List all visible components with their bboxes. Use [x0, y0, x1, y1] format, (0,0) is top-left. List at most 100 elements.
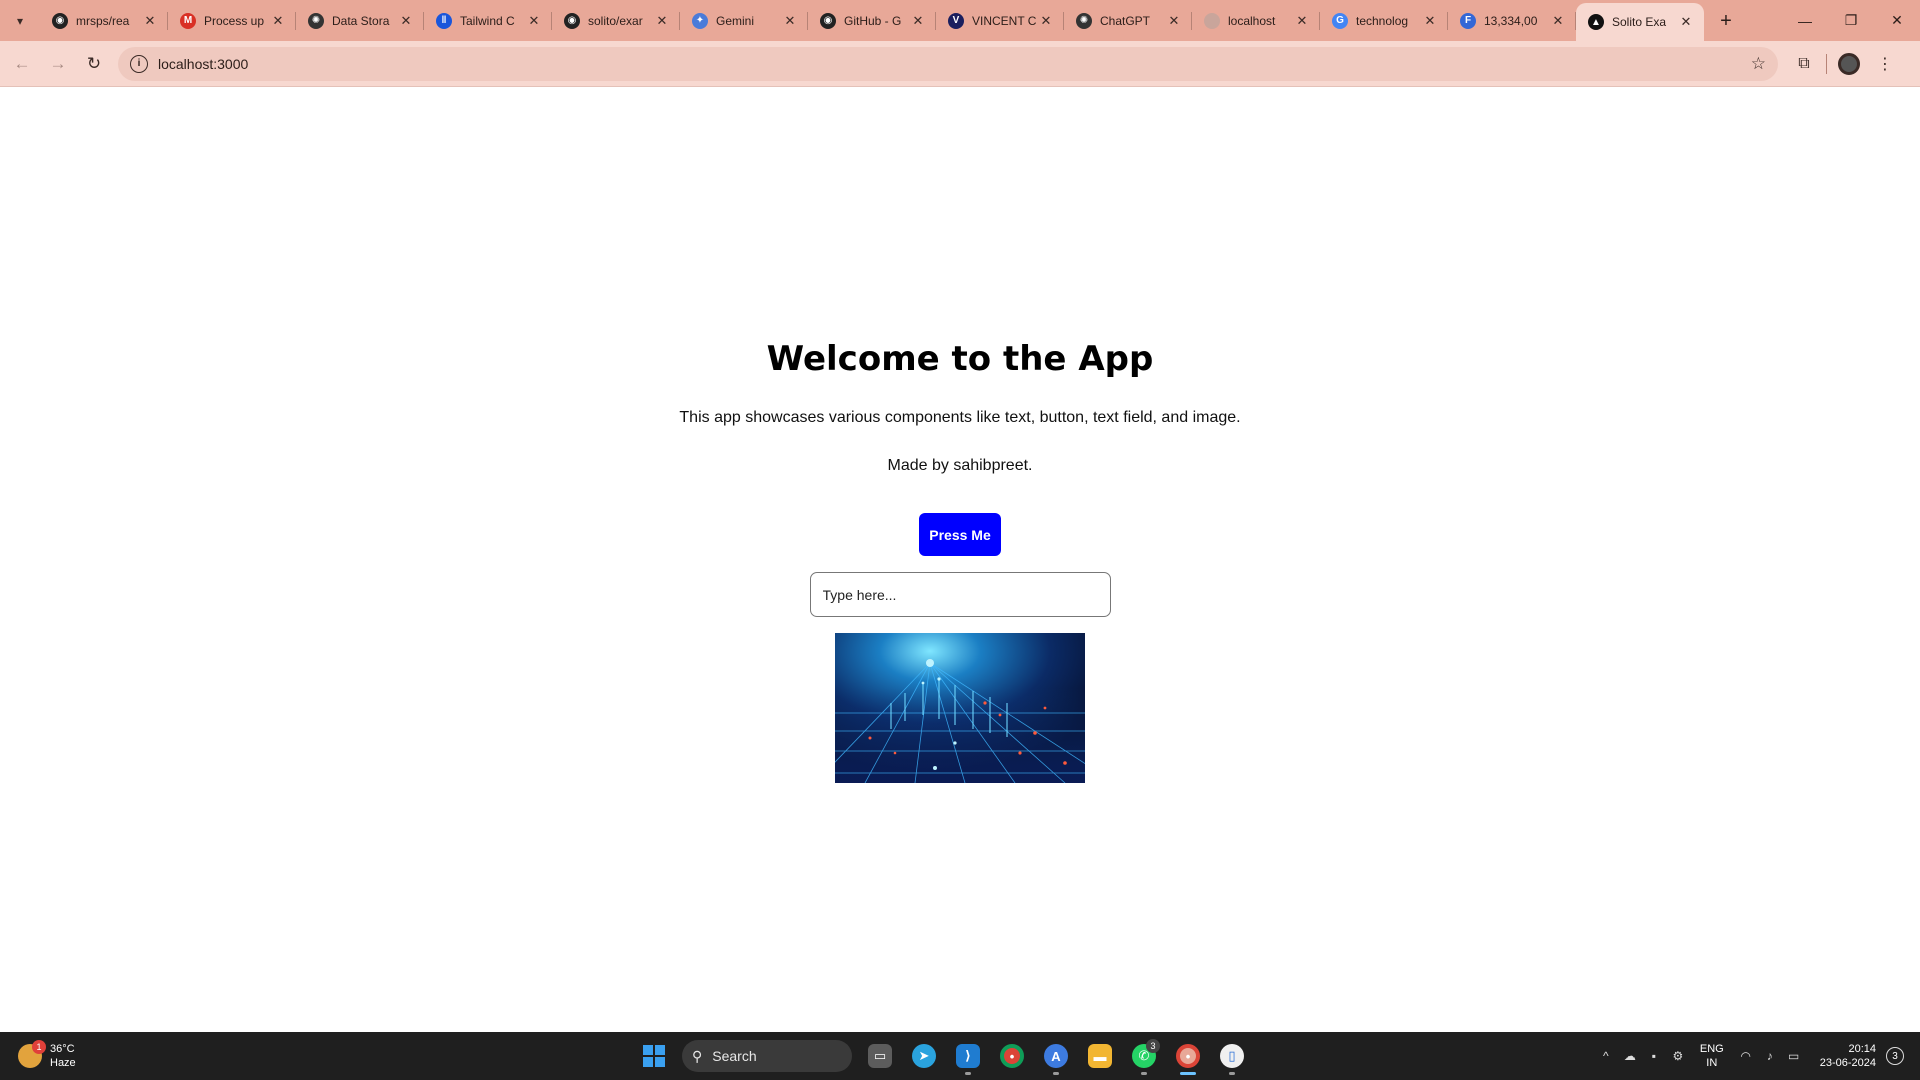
wifi-icon[interactable]: ◠	[1734, 1049, 1758, 1063]
page-content: Welcome to the App This app showcases va…	[0, 87, 1920, 1032]
tab-close-icon[interactable]: ✕	[526, 13, 542, 29]
bookmark-star-icon[interactable]: ☆	[1751, 54, 1766, 74]
tab-list: ◉ mrsps/rea ✕ M Process up ✕ ✺ Data Stora ✕ ‖ Tail…	[40, 0, 1704, 41]
browser-tab[interactable]: ◉ mrsps/rea ✕	[40, 0, 168, 41]
tab-close-icon[interactable]: ✕	[910, 13, 926, 29]
browser-toolbar: ← → ↻ i localhost:3000 ☆ ⧉ ⋮	[0, 41, 1920, 87]
tab-title: ChatGPT	[1100, 13, 1151, 28]
browser-tab[interactable]: ◉ solito/exar ✕	[552, 0, 680, 41]
volume-icon[interactable]: ♪	[1758, 1049, 1782, 1063]
minimize-icon[interactable]: —	[1782, 0, 1828, 41]
forward-arrow-icon[interactable]: →	[40, 46, 76, 82]
taskbar-search[interactable]: ⚲ Search	[682, 1040, 852, 1072]
tab-close-icon[interactable]: ✕	[1038, 13, 1054, 29]
browser-tab[interactable]: ✺ Data Stora ✕	[296, 0, 424, 41]
docs-icon: F	[1460, 12, 1476, 29]
tab-close-icon[interactable]: ✕	[654, 13, 670, 29]
browser-tab[interactable]: F 13,334,00 ✕	[1448, 0, 1576, 41]
openai-icon: ✺	[1076, 12, 1092, 29]
github-icon: ◉	[564, 12, 580, 29]
tab-title: Data Stora	[332, 13, 390, 28]
clock[interactable]: 20:14 23-06-2024	[1820, 1042, 1876, 1070]
tab-close-icon[interactable]: ✕	[782, 13, 798, 29]
address-bar[interactable]: i localhost:3000 ☆	[118, 46, 1778, 81]
browser-tab[interactable]: ✦ Gemini ✕	[680, 0, 808, 41]
browser-tab[interactable]: localhost ✕	[1192, 0, 1320, 41]
clock-date: 23-06-2024	[1819, 1057, 1876, 1069]
weather-widget[interactable]: 1 36°C Haze	[18, 1040, 138, 1070]
tab-title: Gemini	[716, 13, 755, 28]
openai-icon: ✺	[308, 12, 324, 29]
telegram-icon[interactable]: ➤	[902, 1036, 946, 1076]
tab-close-icon[interactable]: ✕	[270, 13, 286, 29]
chevron-up-icon[interactable]: ^	[1594, 1049, 1618, 1063]
app-store-icon[interactable]: A	[1034, 1036, 1078, 1076]
tab-close-icon[interactable]: ✕	[1678, 14, 1694, 30]
tab-close-icon[interactable]: ✕	[1166, 13, 1182, 29]
page-title: Welcome to the App	[766, 339, 1154, 379]
profile-avatar[interactable]	[1831, 46, 1867, 82]
tab-close-icon[interactable]: ✕	[1294, 13, 1310, 29]
globe-icon	[1204, 12, 1220, 29]
notepad-icon[interactable]: ▯	[1210, 1036, 1254, 1076]
solito-icon: ▲	[1588, 14, 1604, 30]
system-tray: ^ ☁ ▪ ⚙ ENG IN ◠ ♪ ▭ 20:14 23-06-2024 3	[1594, 1032, 1920, 1080]
nvidia-icon[interactable]: ▪	[1642, 1049, 1666, 1063]
toolbar-divider	[1826, 53, 1827, 74]
chrome-icon[interactable]: •	[990, 1036, 1034, 1076]
battery-icon[interactable]: ▭	[1782, 1049, 1806, 1063]
tab-title: mrsps/rea	[76, 13, 130, 28]
windows-taskbar: 1 36°C Haze ⚲ Search ▭ ➤ ⟩ • A ▬ ✆ 3 • ▯…	[0, 1032, 1920, 1080]
github-icon: ◉	[52, 12, 68, 29]
tab-title: GitHub - G	[844, 13, 902, 28]
search-icon: ⚲	[692, 1047, 703, 1064]
tab-close-icon[interactable]: ✕	[142, 13, 158, 29]
address-url[interactable]: localhost:3000	[158, 56, 1751, 72]
avatar	[1838, 52, 1860, 75]
menu-kebab-icon[interactable]: ⋮	[1867, 46, 1903, 82]
clock-time: 20:14	[1848, 1043, 1876, 1055]
start-button[interactable]	[634, 1036, 674, 1076]
tab-close-icon[interactable]: ✕	[1422, 13, 1438, 29]
notifications-icon[interactable]: 3	[1886, 1047, 1904, 1065]
language-region: IN	[1706, 1057, 1718, 1069]
tab-title: VINCENT C	[972, 13, 1037, 28]
extensions-icon[interactable]: ⧉	[1786, 46, 1822, 82]
system-app-icon[interactable]: ⚙	[1666, 1049, 1690, 1063]
language-indicator[interactable]: ENG IN	[1700, 1042, 1724, 1070]
close-window-icon[interactable]: ✕	[1874, 0, 1920, 41]
new-tab-button[interactable]: +	[1710, 5, 1742, 37]
back-arrow-icon[interactable]: ←	[4, 46, 40, 82]
browser-tab[interactable]: V VINCENT C ✕	[936, 0, 1064, 41]
chrome-profile-icon[interactable]: •	[1166, 1036, 1210, 1076]
text-field[interactable]	[809, 572, 1111, 617]
reload-icon[interactable]: ↻	[76, 46, 112, 82]
browser-tab[interactable]: Gtechnolog ✕	[1320, 0, 1448, 41]
page-description: This app showcases various components li…	[679, 409, 1241, 426]
browser-tab[interactable]: ▲ Solito Exa ✕	[1576, 3, 1704, 41]
tab-title: Tailwind C	[460, 13, 515, 28]
tab-title: technolog	[1356, 13, 1409, 28]
gmail-icon: M	[180, 12, 196, 29]
tab-title: localhost	[1228, 13, 1276, 28]
window-controls: — ❐ ✕	[1782, 0, 1920, 41]
vscode-icon[interactable]: ⟩	[946, 1036, 990, 1076]
taskbar-apps: ⚲ Search ▭ ➤ ⟩ • A ▬ ✆ 3 • ▯	[634, 1032, 1254, 1080]
restore-icon[interactable]: ❐	[1828, 0, 1874, 41]
tab-close-icon[interactable]: ✕	[398, 13, 414, 29]
weather-badge: 1	[32, 1040, 46, 1054]
press-me-button[interactable]: Press Me	[919, 513, 1001, 556]
file-explorer-icon[interactable]: ▬	[1078, 1036, 1122, 1076]
onedrive-icon[interactable]: ☁	[1618, 1049, 1642, 1063]
browser-tab[interactable]: ✺ ChatGPT ✕	[1064, 0, 1192, 41]
browser-tab[interactable]: M Process up ✕	[168, 0, 296, 41]
site-info-icon[interactable]: i	[130, 54, 148, 73]
tab-search-icon[interactable]: ▾	[8, 9, 32, 33]
whatsapp-icon[interactable]: ✆ 3	[1122, 1036, 1166, 1076]
tab-close-icon[interactable]: ✕	[1550, 13, 1566, 29]
browser-tab[interactable]: ◉ GitHub - G ✕	[808, 0, 936, 41]
tab-title: Process up	[204, 13, 265, 28]
browser-tab[interactable]: ‖ Tailwind C ✕	[424, 0, 552, 41]
google-icon: G	[1332, 12, 1348, 29]
task-view-icon[interactable]: ▭	[858, 1036, 902, 1076]
